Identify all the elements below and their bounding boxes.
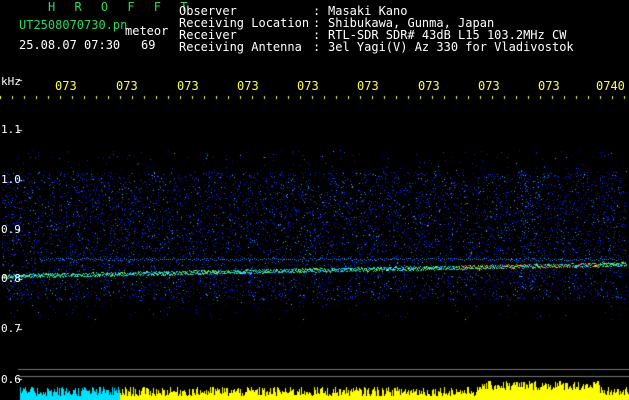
x-tick-label: 073: [418, 79, 440, 93]
x-tick-label: 073: [237, 79, 259, 93]
x-tick-label: 073: [357, 79, 379, 93]
filename-label: UT2508070730.pn: [19, 18, 128, 32]
x-tick-label: 073: [116, 79, 138, 93]
spectrogram-canvas: [0, 0, 629, 400]
info-separator: :: [313, 40, 321, 54]
x-tick-label: 073: [297, 79, 319, 93]
antenna-value: 3el Yagi(V) Az 330 for Vladivostok: [328, 40, 574, 54]
y-tick-label: 1.0: [1, 173, 21, 186]
antenna-label: Receiving Antenna: [179, 40, 302, 54]
meteor-tag: meteor: [125, 24, 169, 38]
y-tick-label: 0.7: [1, 322, 21, 335]
x-tick-label: 073: [538, 79, 560, 93]
x-tick-label: 073: [177, 79, 199, 93]
x-tick-label: 073: [478, 79, 500, 93]
x-tick-label: 073: [55, 79, 77, 93]
x-tick-label: 0740: [596, 79, 625, 93]
spectrogram-window: H R O F F T UT2508070730.pn meteor 25.08…: [0, 0, 629, 400]
y-tick-label: 0.6: [1, 373, 21, 386]
brand-title: H R O F F T: [48, 0, 194, 14]
y-axis-unit: kHz: [1, 75, 21, 88]
meteor-count: 69: [141, 38, 156, 52]
y-tick-label: 0.8: [1, 272, 21, 285]
y-tick-label: 0.9: [1, 223, 21, 236]
y-tick-label: 1.1: [1, 123, 21, 136]
datetime-label: 25.08.07 07:30: [19, 38, 121, 52]
